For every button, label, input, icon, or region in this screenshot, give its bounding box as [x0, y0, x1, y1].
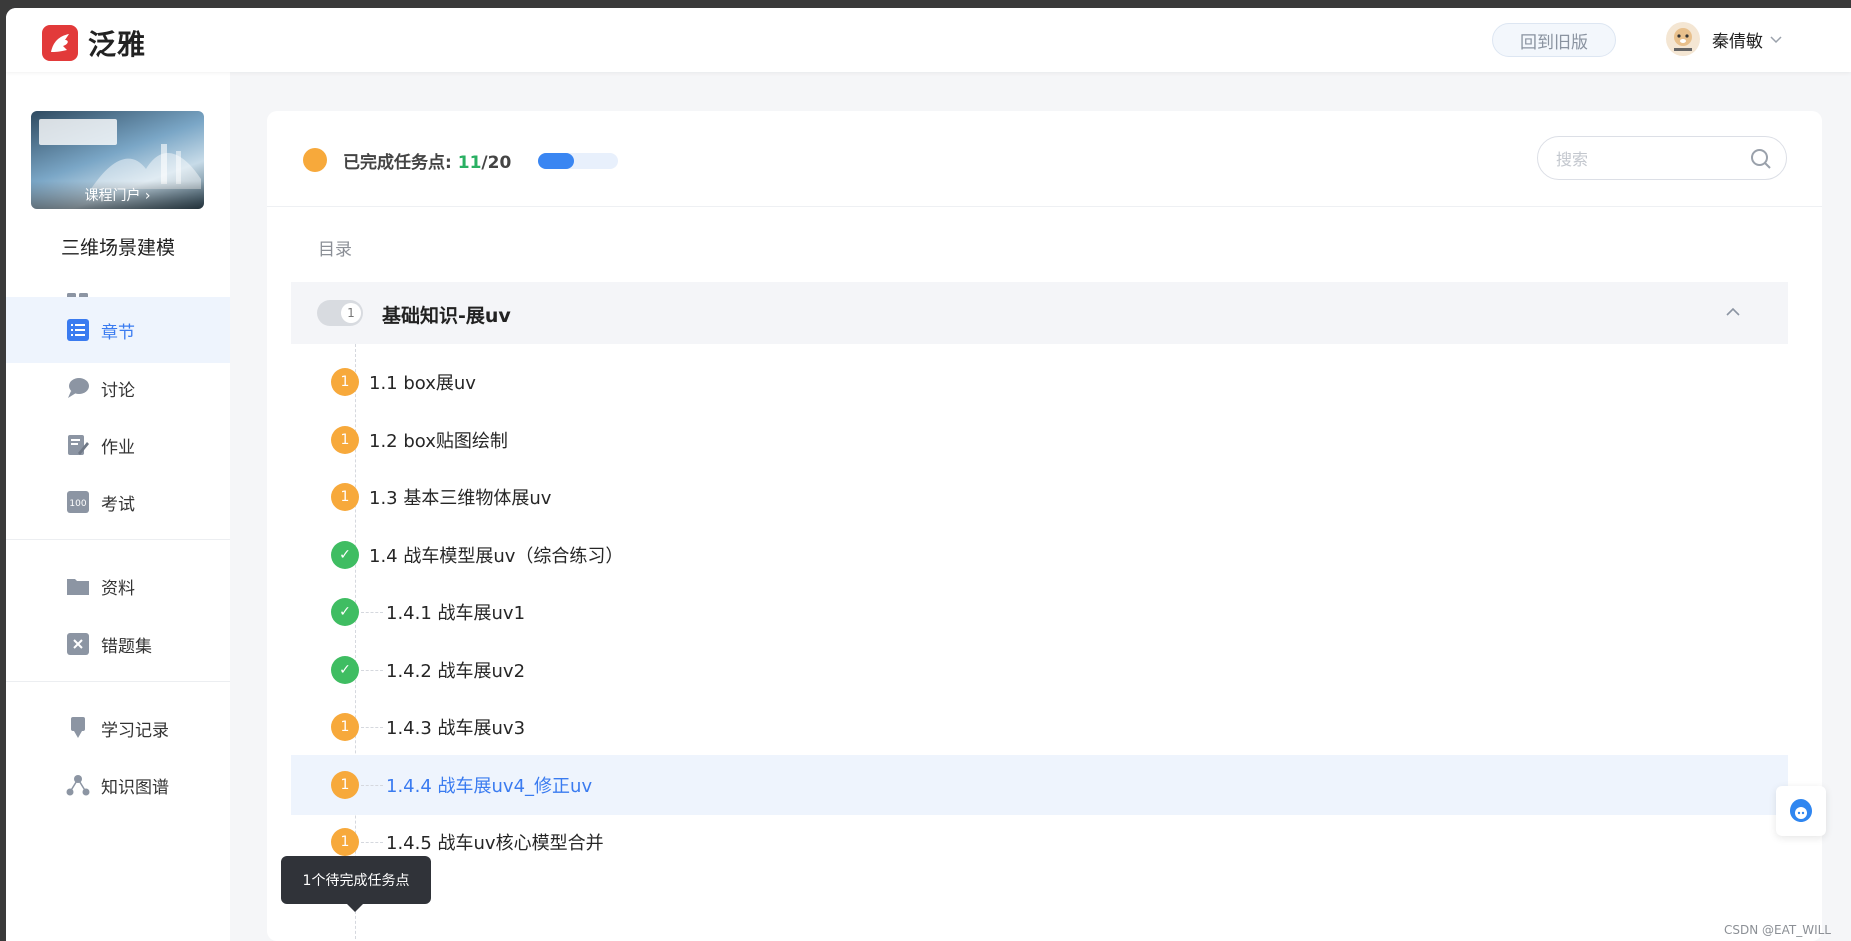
mistake-icon [67, 633, 89, 655]
sidebar-divider [6, 539, 230, 540]
sidebar-item-label: 知识图谱 [101, 778, 169, 798]
progress-total-count: /20 [481, 153, 512, 173]
chapter-panel: 已完成任务点: 11/20 目录 1 基础知识-展uv [267, 111, 1822, 941]
tree-branch-line [361, 842, 383, 843]
top-header: 泛雅 回到旧版 秦倩敏 [6, 8, 1851, 72]
sidebar-item-label: 学习记录 [101, 721, 169, 741]
sidebar-item-label: 资料 [101, 579, 135, 599]
search-icon[interactable] [1750, 148, 1772, 170]
sidebar-item-label: 讨论 [101, 381, 135, 401]
graph-icon [66, 775, 90, 796]
toc-row-label[interactable]: 1.4.5 战车uv核心模型合并 [386, 829, 604, 855]
chevron-up-icon[interactable] [1723, 302, 1743, 322]
course-portal-link[interactable]: 课程门户 › [31, 181, 204, 209]
chapter-header[interactable]: 1 基础知识-展uv [291, 282, 1788, 344]
sidebar-item-label: 作业 [101, 438, 135, 458]
chat-icon [68, 378, 89, 398]
list-icon [67, 319, 89, 341]
toc-row[interactable]: 1 1.3 基本三维物体展uv [291, 467, 1788, 527]
toc-title: 目录 [318, 240, 352, 260]
pending-task-badge: 1 [331, 713, 359, 741]
toc-row[interactable]: ✓ 1.4.2 战车展uv2 [291, 640, 1788, 700]
assistant-icon [1790, 799, 1812, 822]
sidebar-item-label: 章节 [101, 323, 135, 343]
sidebar-item-label: 考试 [101, 495, 135, 515]
edit-icon [68, 435, 89, 455]
course-name: 三维场景建模 [60, 237, 175, 259]
toc-row-label[interactable]: 1.4.1 战车展uv1 [386, 599, 525, 625]
logo[interactable]: 泛雅 [42, 23, 146, 63]
chevron-down-icon [1770, 36, 1782, 44]
sidebar-item-chapters[interactable]: 章节 [6, 297, 230, 363]
completed-check-icon: ✓ [331, 598, 359, 626]
completed-check-icon: ✓ [331, 656, 359, 684]
sidebar-item-label: 错题集 [101, 637, 152, 657]
progress-dot [303, 148, 327, 172]
pending-tasks-tooltip: 1个待完成任务点 [281, 856, 431, 912]
completed-check-icon: ✓ [331, 541, 359, 569]
toc-row-label[interactable]: 1.4 战车模型展uv（综合练习） [369, 542, 623, 568]
chapter-toggle[interactable]: 1 [317, 300, 363, 326]
logo-icon [42, 25, 78, 61]
toc-row-label[interactable]: 1.3 基本三维物体展uv [369, 484, 551, 510]
folder-icon [67, 579, 89, 595]
toc-row[interactable]: 1 1.2 box贴图绘制 [291, 410, 1788, 470]
pending-task-badge: 1 [331, 426, 359, 454]
toc-row[interactable]: ✓ 1.4.1 战车展uv1 [291, 582, 1788, 642]
progress-bar [538, 153, 618, 169]
sidebar-item-exam[interactable]: 100 考试 [6, 469, 230, 535]
search-input[interactable] [1556, 147, 1746, 171]
toc-row-label[interactable]: 1.4.2 战车展uv2 [386, 657, 525, 683]
chapter-number: 1 [341, 303, 361, 323]
toc-row-label[interactable]: 1.1 box展uv [369, 369, 476, 395]
progress-bar-fill [538, 153, 575, 169]
chapter-title: 基础知识-展uv [382, 305, 511, 327]
avatar[interactable] [1666, 22, 1700, 56]
course-cover-image[interactable]: 课程门户 › [31, 111, 204, 209]
sidebar-divider [6, 681, 230, 682]
pending-task-badge: 1 [331, 828, 359, 856]
watermark: CSDN @EAT_WILL [1724, 923, 1831, 937]
progress-label: 已完成任务点: [343, 153, 452, 173]
sidebar-item-materials[interactable]: 资料 [6, 553, 230, 619]
toc-row-label[interactable]: 1.4.3 战车展uv3 [386, 714, 525, 740]
toc-row-label[interactable]: 1.2 box贴图绘制 [369, 427, 508, 453]
pending-task-badge: 1 [331, 483, 359, 511]
sidebar-item-mistakes[interactable]: 错题集 [6, 611, 230, 677]
user-menu[interactable]: 秦倩敏 [1666, 22, 1783, 56]
toc-row[interactable]: 1 1.4.4 战车展uv4_修正uv [291, 755, 1788, 815]
pending-task-badge: 1 [331, 771, 359, 799]
assistant-button[interactable] [1776, 786, 1826, 836]
toc-row[interactable]: 1 1.1 box展uv [291, 352, 1788, 412]
app-window: 泛雅 回到旧版 秦倩敏 课程门户 › 三维场景建模 章节 讨论 作业 100 考… [6, 8, 1851, 941]
search-box[interactable] [1537, 136, 1787, 180]
svg-text:100: 100 [69, 499, 86, 509]
tree-branch-line [361, 727, 383, 728]
tree-branch-line [361, 670, 383, 671]
progress-bar-row: 已完成任务点: 11/20 [267, 111, 1822, 207]
exam-icon: 100 [67, 491, 89, 513]
toc-row[interactable]: ✓ 1.4 战车模型展uv（综合练习） [291, 525, 1788, 585]
sidebar-item-knowledge-graph[interactable]: 知识图谱 [6, 752, 230, 818]
pin-icon [71, 717, 85, 738]
toc-row[interactable]: 1 1.4.5 战车uv核心模型合并 [291, 812, 1788, 872]
tree-branch-line [361, 612, 383, 613]
progress-text: 已完成任务点: 11/20 [343, 148, 511, 173]
tree-branch-line [361, 785, 383, 786]
toc-row-label[interactable]: 1.4.4 战车展uv4_修正uv [386, 772, 592, 798]
pending-task-badge: 1 [331, 368, 359, 396]
back-to-old-version-button[interactable]: 回到旧版 [1492, 23, 1616, 57]
progress-done-count: 11 [457, 153, 482, 173]
logo-text: 泛雅 [88, 28, 147, 61]
toc-row[interactable]: 1 1.4.3 战车展uv3 [291, 697, 1788, 757]
user-name: 秦倩敏 [1712, 31, 1763, 52]
